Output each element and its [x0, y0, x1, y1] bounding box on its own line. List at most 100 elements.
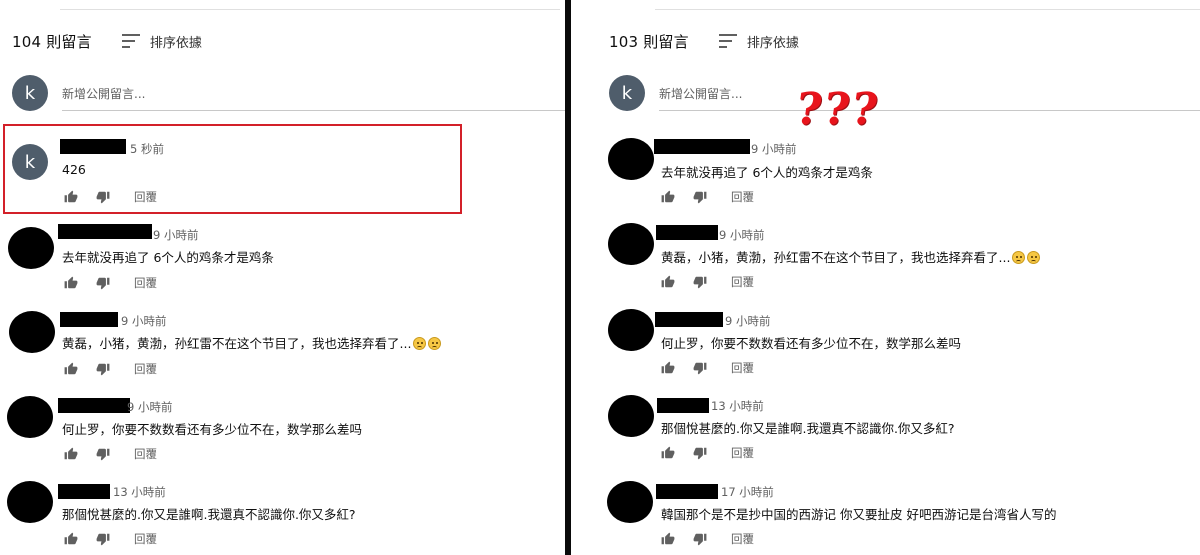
sort-label: 排序依據	[746, 35, 799, 51]
comment-time[interactable]: 9 小時前	[127, 399, 172, 415]
comment-actions: 回覆	[64, 361, 157, 377]
top-divider	[60, 9, 560, 10]
comment-text: 何止罗，你要不数数看还有多少位不在，数学那么差吗	[661, 336, 962, 351]
avatar	[608, 395, 654, 437]
comment-item: 13 小時前 那個悅甚麼的.你又是誰啊.我還真不認識你.你又多紅? 回覆	[571, 390, 1200, 470]
reply-button[interactable]: 回覆	[731, 360, 754, 376]
thumbs-up-icon[interactable]	[661, 275, 675, 289]
comment-actions: 回覆	[661, 531, 754, 547]
add-comment-input[interactable]: 新增公開留言...	[659, 75, 1200, 111]
thumbs-up-icon[interactable]	[661, 446, 675, 460]
thumbs-up-icon[interactable]	[64, 190, 78, 204]
reply-button[interactable]: 回覆	[731, 189, 754, 205]
thumbs-down-icon[interactable]	[96, 447, 110, 461]
avatar	[7, 481, 53, 523]
comment-time[interactable]: 9 小時前	[153, 227, 198, 243]
thumbs-up-icon[interactable]	[64, 362, 78, 376]
thumbs-down-icon[interactable]	[693, 361, 707, 375]
comment-text: 黄磊，小猪，黄渤，孙红雷不在这个节目了，我也选择弃看了...	[661, 247, 1041, 266]
thumbs-up-icon[interactable]	[661, 190, 675, 204]
avatar	[9, 311, 55, 353]
thumbs-down-icon[interactable]	[96, 190, 110, 204]
comment-text: 去年就没再追了 6个人的鸡条才是鸡条	[62, 250, 274, 265]
question-marks-annotation: ???	[792, 84, 883, 135]
avatar	[608, 309, 654, 351]
redacted-username	[58, 398, 130, 413]
thumbs-up-icon[interactable]	[661, 532, 675, 546]
thumbs-up-icon[interactable]	[64, 447, 78, 461]
comment-actions: 回覆	[661, 445, 754, 461]
comment-time[interactable]: 9 小時前	[719, 227, 764, 243]
avatar	[8, 227, 54, 269]
redacted-username	[60, 312, 118, 327]
reply-button[interactable]: 回覆	[134, 531, 157, 547]
sort-button[interactable]: 排序依據	[121, 32, 202, 51]
comment-time[interactable]: 13 小時前	[113, 484, 166, 500]
redacted-username	[58, 484, 110, 499]
comment-actions: 回覆	[64, 275, 157, 291]
avatar	[608, 223, 654, 265]
sort-button[interactable]: 排序依據	[718, 32, 799, 51]
add-comment-row: k 新增公開留言...	[609, 74, 1200, 112]
redacted-username	[656, 484, 718, 499]
comment-text: 何止罗，你要不数数看还有多少位不在，数学那么差吗	[62, 422, 363, 437]
comment-item: 9 小時前 去年就没再追了 6个人的鸡条才是鸡条 回覆	[571, 133, 1200, 213]
comment-actions: 回覆	[661, 189, 754, 205]
reply-button[interactable]: 回覆	[731, 445, 754, 461]
comment-text: 去年就没再追了 6个人的鸡条才是鸡条	[661, 165, 873, 180]
thumbs-down-icon[interactable]	[693, 446, 707, 460]
avatar: k	[12, 144, 48, 180]
add-comment-input[interactable]: 新增公開留言...	[62, 75, 565, 111]
comment-time[interactable]: 13 小時前	[711, 398, 764, 414]
frown-emoji-icon	[428, 337, 442, 350]
redacted-username	[655, 312, 723, 327]
comment-text: 那個悅甚麼的.你又是誰啊.我還真不認識你.你又多紅?	[661, 421, 955, 436]
thumbs-up-icon[interactable]	[64, 276, 78, 290]
comment-actions: 回覆	[64, 189, 157, 205]
thumbs-up-icon[interactable]	[64, 532, 78, 546]
top-divider	[655, 9, 1200, 10]
thumbs-down-icon[interactable]	[693, 275, 707, 289]
frown-emoji-icon	[1012, 251, 1026, 264]
comment-item: 17 小時前 韓国那个是不是抄中国的西游记 你又要扯皮 好吧西游记是台湾省人写的…	[571, 476, 1200, 555]
comment-item: 9 小時前 黄磊，小猪，黄渤，孙红雷不在这个节目了，我也选择弃看了... 回覆	[0, 304, 565, 384]
reply-button[interactable]: 回覆	[731, 274, 754, 290]
thumbs-down-icon[interactable]	[96, 532, 110, 546]
comment-item: 13 小時前 那個悅甚麼的.你又是誰啊.我還真不認識你.你又多紅? 回覆	[0, 476, 565, 555]
frown-emoji-icon	[1027, 251, 1041, 264]
comment-item: 9 小時前 去年就没再追了 6个人的鸡条才是鸡条 回覆	[0, 218, 565, 298]
sort-label: 排序依據	[149, 35, 202, 51]
thumbs-up-icon[interactable]	[661, 361, 675, 375]
comment-time[interactable]: 9 小時前	[725, 313, 770, 329]
comments-panel-right: 103 則留言 排序依據 k 新增公開留言... ??? 9 小時前 去年就没再…	[571, 0, 1200, 555]
frown-emoji-icon	[413, 337, 427, 350]
reply-button[interactable]: 回覆	[134, 275, 157, 291]
thumbs-down-icon[interactable]	[96, 276, 110, 290]
reply-button[interactable]: 回覆	[134, 361, 157, 377]
sort-icon	[718, 34, 737, 48]
comment-item: 9 小時前 何止罗，你要不数数看还有多少位不在，数学那么差吗 回覆	[571, 304, 1200, 384]
redacted-username	[657, 398, 709, 413]
comment-time[interactable]: 5 秒前	[130, 141, 164, 157]
comment-time[interactable]: 9 小時前	[121, 313, 166, 329]
reply-button[interactable]: 回覆	[134, 446, 157, 462]
comment-actions: 回覆	[661, 360, 754, 376]
redacted-username	[656, 225, 718, 240]
avatar	[7, 396, 53, 438]
comments-header: 103 則留言 排序依據	[609, 28, 799, 54]
comment-time[interactable]: 17 小時前	[721, 484, 774, 500]
thumbs-down-icon[interactable]	[693, 190, 707, 204]
thumbs-down-icon[interactable]	[693, 532, 707, 546]
thumbs-down-icon[interactable]	[96, 362, 110, 376]
reply-button[interactable]: 回覆	[134, 189, 157, 205]
comment-text: 韓国那个是不是抄中国的西游记 你又要扯皮 好吧西游记是台湾省人写的	[661, 507, 1057, 522]
comment-text: 那個悅甚麼的.你又是誰啊.我還真不認識你.你又多紅?	[62, 507, 356, 522]
reply-button[interactable]: 回覆	[731, 531, 754, 547]
comment-text: 426	[62, 162, 86, 177]
comments-panel-left: 104 則留言 排序依據 k 新增公開留言... k 5 秒前 426 回覆 9…	[0, 0, 565, 555]
sort-icon	[121, 34, 140, 48]
comment-time[interactable]: 9 小時前	[751, 141, 796, 157]
avatar	[607, 481, 653, 523]
comment-actions: 回覆	[64, 446, 157, 462]
redacted-username	[654, 139, 750, 154]
